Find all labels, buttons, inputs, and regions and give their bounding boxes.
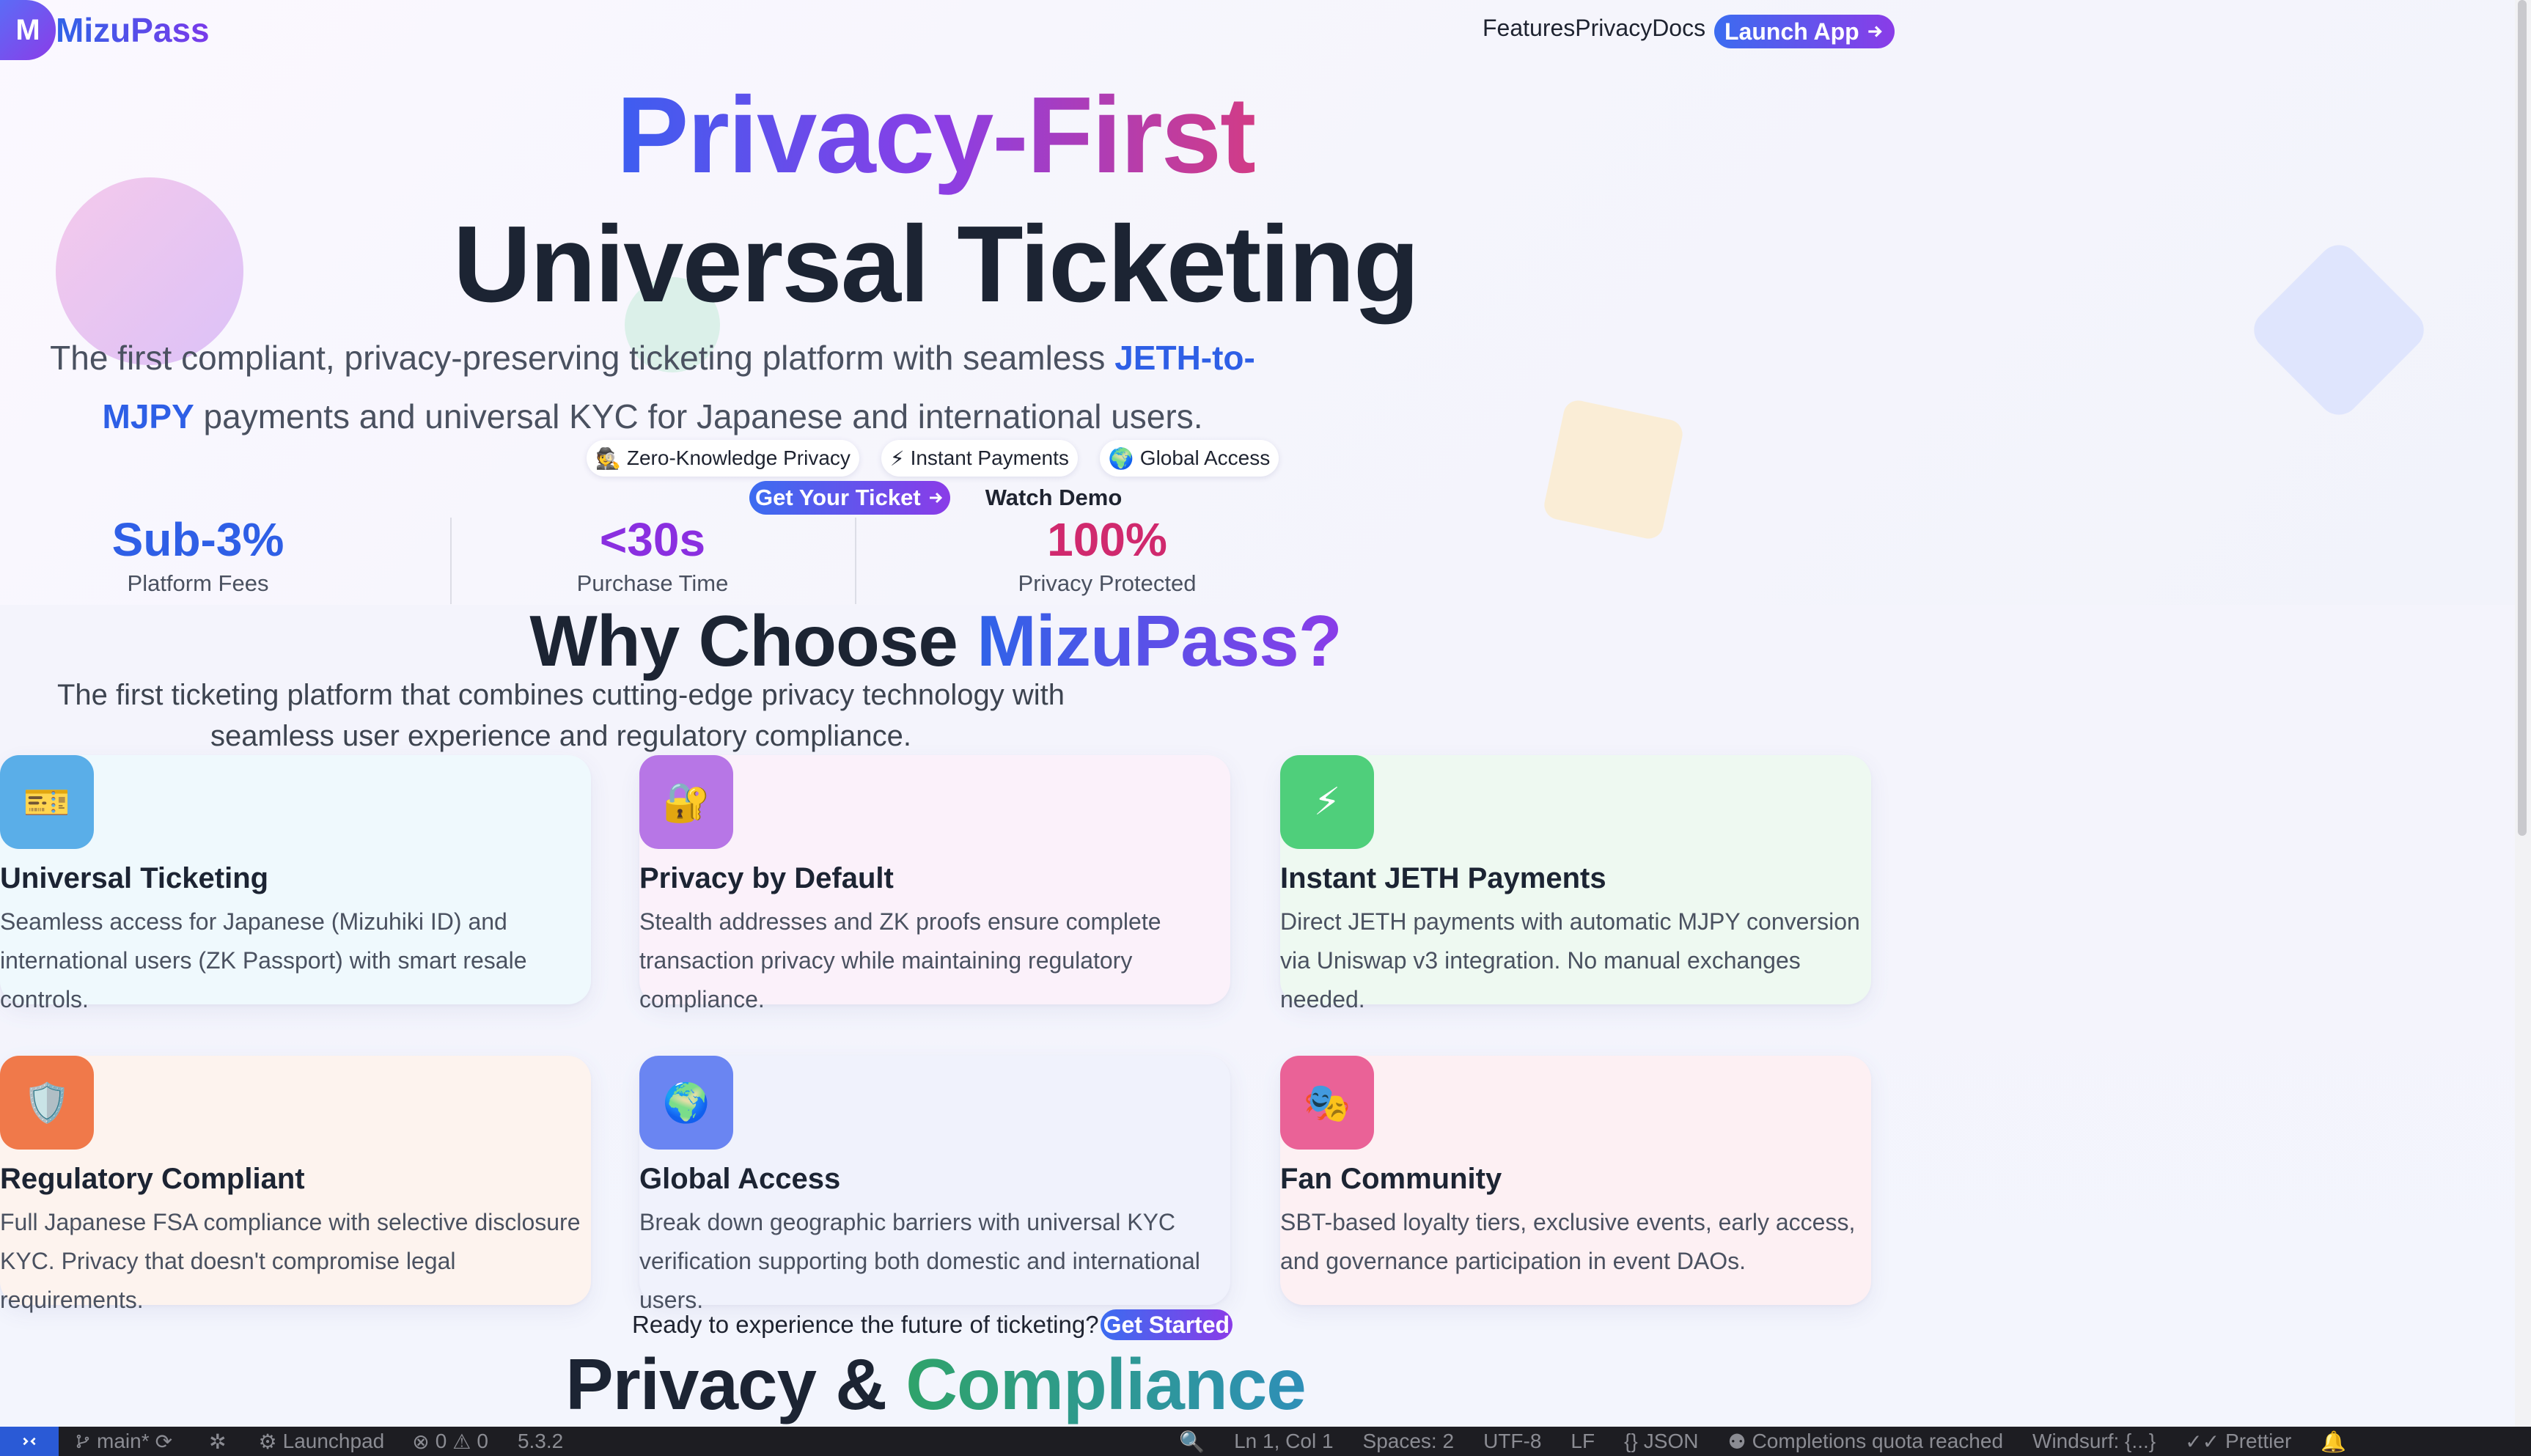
feature-title: Universal Ticketing: [0, 862, 269, 894]
get-ticket-button[interactable]: Get Your Ticket: [749, 481, 950, 515]
stat-privacy: 100% Privacy Protected: [960, 513, 1254, 597]
lightning-icon: ⚡: [1280, 755, 1374, 849]
feature-description: Break down geographic barriers with univ…: [639, 1209, 1200, 1313]
branch-status[interactable]: main* ⟳: [75, 1430, 172, 1454]
globe-icon: 🌍: [639, 1056, 733, 1150]
pill-global-access: 🌍 Global Access: [1099, 440, 1279, 477]
problems-status[interactable]: ⊗ 0 ⚠ 0: [412, 1430, 488, 1454]
get-started-button[interactable]: Get Started: [1100, 1309, 1233, 1340]
hero-subtitle: The first compliant, privacy-preserving …: [50, 339, 1255, 435]
bell-icon[interactable]: 🔔: [2321, 1430, 2346, 1454]
stat-divider: [855, 518, 856, 604]
prettier-status[interactable]: ✓✓ Prettier: [2185, 1430, 2291, 1454]
ticket-icon: 🎫: [0, 755, 94, 849]
launchpad-status[interactable]: ⚙ Launchpad: [259, 1430, 385, 1454]
why-title: Why Choose MizuPass?: [529, 600, 1342, 681]
encoding[interactable]: UTF-8: [1483, 1430, 1541, 1453]
arrow-right-icon: [1868, 26, 1882, 37]
decorative-peach-square: [1541, 397, 1686, 542]
lock-icon: 🔐: [639, 755, 733, 849]
feature-title: Instant JETH Payments: [1280, 862, 1606, 894]
feature-description: Stealth addresses and ZK proofs ensure c…: [639, 908, 1161, 1012]
copilot-icon: ⚉: [1727, 1430, 1746, 1453]
nav-links: Features Privacy Docs: [1483, 15, 1705, 42]
hero-title-secondary: Universal Ticketing: [452, 204, 1419, 325]
nav-link-docs[interactable]: Docs: [1652, 15, 1705, 42]
feature-description: Direct JETH payments with automatic MJPY…: [1280, 908, 1860, 1012]
pill-instant-payments: ⚡ Instant Payments: [881, 440, 1078, 477]
globe-icon: 🌍: [1108, 446, 1134, 470]
theater-masks-icon: 🎭: [1280, 1056, 1374, 1150]
launch-app-button[interactable]: Launch App: [1714, 15, 1895, 48]
privacy-compliance-title: Privacy & Compliance: [565, 1344, 1306, 1424]
windsurf-status[interactable]: Windsurf: {...}: [2032, 1430, 2156, 1453]
language-mode[interactable]: {} JSON: [1624, 1430, 1698, 1453]
feature-card-instant-jeth: ⚡ Instant JETH Payments Direct JETH paym…: [1280, 755, 1871, 1012]
stat-value: 100%: [1047, 513, 1167, 566]
feature-description: Seamless access for Japanese (Mizuhiki I…: [0, 908, 527, 1012]
arrow-right-icon: [929, 492, 942, 504]
cursor-position[interactable]: Ln 1, Col 1: [1234, 1430, 1333, 1453]
braces-icon: {}: [1624, 1430, 1638, 1452]
warning-icon: ⚠: [452, 1430, 471, 1453]
feature-description: SBT-based loyalty tiers, exclusive event…: [1280, 1209, 1856, 1274]
feature-title: Privacy by Default: [639, 862, 894, 894]
editor-status-bar: main* ⟳ ✲ ⚙ Launchpad ⊗ 0 ⚠ 0 5.3.2 🔍 Ln…: [0, 1427, 2531, 1456]
browser-page: M MizuPass Features Privacy Docs Launch …: [0, 0, 2515, 1427]
stat-label: Privacy Protected: [1018, 570, 1197, 596]
nav-link-privacy[interactable]: Privacy: [1575, 15, 1652, 42]
feature-title: Global Access: [639, 1163, 841, 1195]
stat-value: <30s: [599, 513, 706, 566]
completions-status[interactable]: ⚉ Completions quota reached: [1727, 1430, 2003, 1454]
zoom-icon[interactable]: 🔍: [1179, 1430, 1205, 1454]
double-check-icon: ✓✓: [2185, 1430, 2220, 1453]
typescript-version[interactable]: 5.3.2: [518, 1430, 563, 1453]
stat-value: Sub-3%: [111, 513, 284, 566]
feature-title: Regulatory Compliant: [0, 1163, 305, 1195]
stat-purchase-time: <30s Purchase Time: [499, 513, 807, 597]
feature-card-fan-community: 🎭 Fan Community SBT-based loyalty tiers,…: [1280, 1056, 1871, 1305]
line-ending[interactable]: LF: [1571, 1430, 1595, 1453]
sync-icon: ⟳: [155, 1430, 173, 1453]
lightning-icon: ⚡: [889, 446, 905, 470]
feature-description: Full Japanese FSA compliance with select…: [0, 1209, 581, 1313]
brand-name[interactable]: MizuPass: [56, 10, 210, 50]
stat-label: Platform Fees: [127, 570, 269, 596]
nav-link-features[interactable]: Features: [1483, 15, 1575, 42]
hero-title-primary: Privacy-First: [616, 75, 1257, 196]
git-branch-icon: [76, 1434, 89, 1449]
feature-title: Fan Community: [1280, 1163, 1502, 1195]
stat-platform-fees: Sub-3% Platform Fees: [44, 513, 352, 597]
feature-pills: 🕵️ Zero-Knowledge Privacy ⚡ Instant Paym…: [587, 440, 1279, 477]
indentation[interactable]: Spaces: 2: [1363, 1430, 1455, 1453]
why-subtitle: The first ticketing platform that combin…: [57, 679, 1065, 752]
feature-card-regulatory: 🛡️ Regulatory Compliant Full Japanese FS…: [0, 1056, 591, 1313]
stat-divider: [450, 518, 452, 604]
pill-zero-knowledge: 🕵️ Zero-Knowledge Privacy: [587, 440, 859, 477]
error-icon: ⊗: [412, 1430, 430, 1453]
logo-badge[interactable]: M: [0, 0, 56, 60]
feature-card-universal-ticketing: 🎫 Universal Ticketing Seamless access fo…: [0, 755, 591, 1012]
debug-icon[interactable]: ✲: [209, 1430, 226, 1454]
launch-app-label: Launch App: [1724, 18, 1859, 45]
shield-icon: 🛡️: [0, 1056, 94, 1150]
ready-cta-row: Ready to experience the future of ticket…: [632, 1309, 1233, 1340]
spy-icon: 🕵️: [595, 446, 621, 470]
remote-icon[interactable]: [0, 1427, 59, 1456]
feature-card-global-access: 🌍 Global Access Break down geographic ba…: [639, 1056, 1230, 1313]
rocket-icon: ⚙: [258, 1430, 277, 1453]
ready-text: Ready to experience the future of ticket…: [632, 1311, 1099, 1338]
watch-demo-button[interactable]: Watch Demo: [977, 481, 1131, 515]
scrollbar-thumb[interactable]: [2518, 0, 2527, 836]
hero-cta-row: Get Your Ticket Watch Demo: [749, 481, 1131, 515]
stat-label: Purchase Time: [576, 570, 729, 596]
feature-card-privacy-default: 🔐 Privacy by Default Stealth addresses a…: [639, 755, 1230, 1012]
